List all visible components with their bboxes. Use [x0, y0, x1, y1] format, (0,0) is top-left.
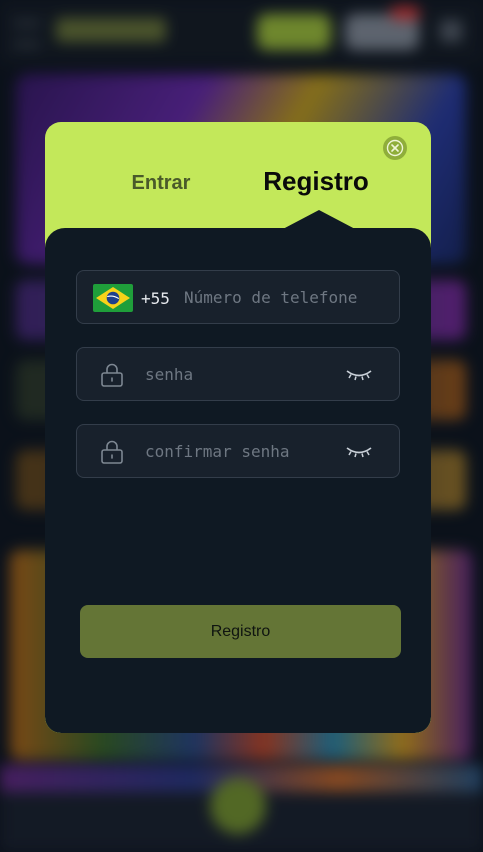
confirm-password-input[interactable]: [145, 437, 335, 465]
password-input[interactable]: [145, 360, 335, 388]
tab-register[interactable]: Registro: [261, 166, 371, 197]
register-button[interactable]: Registro: [80, 605, 401, 658]
close-icon: [386, 139, 404, 157]
active-tab-pointer: [281, 210, 357, 230]
tab-login[interactable]: Entrar: [131, 172, 191, 195]
lock-icon: [101, 440, 123, 464]
phone-field: +55: [76, 270, 400, 324]
lock-icon: [101, 363, 123, 387]
eye-closed-icon[interactable]: [345, 366, 373, 384]
phone-input[interactable]: [184, 283, 389, 311]
brazil-flag-icon: [93, 284, 133, 312]
eye-closed-icon[interactable]: [345, 443, 373, 461]
confirm-password-field: [76, 424, 400, 478]
register-modal: Entrar Registro +55 Número de telefone R…: [45, 122, 431, 733]
close-button[interactable]: [383, 136, 407, 160]
dial-code: +55: [141, 289, 170, 308]
page: Entrar Registro +55 Número de telefone R…: [0, 0, 483, 852]
form-panel: +55 Número de telefone Registro: [45, 228, 431, 733]
password-field: [76, 347, 400, 401]
